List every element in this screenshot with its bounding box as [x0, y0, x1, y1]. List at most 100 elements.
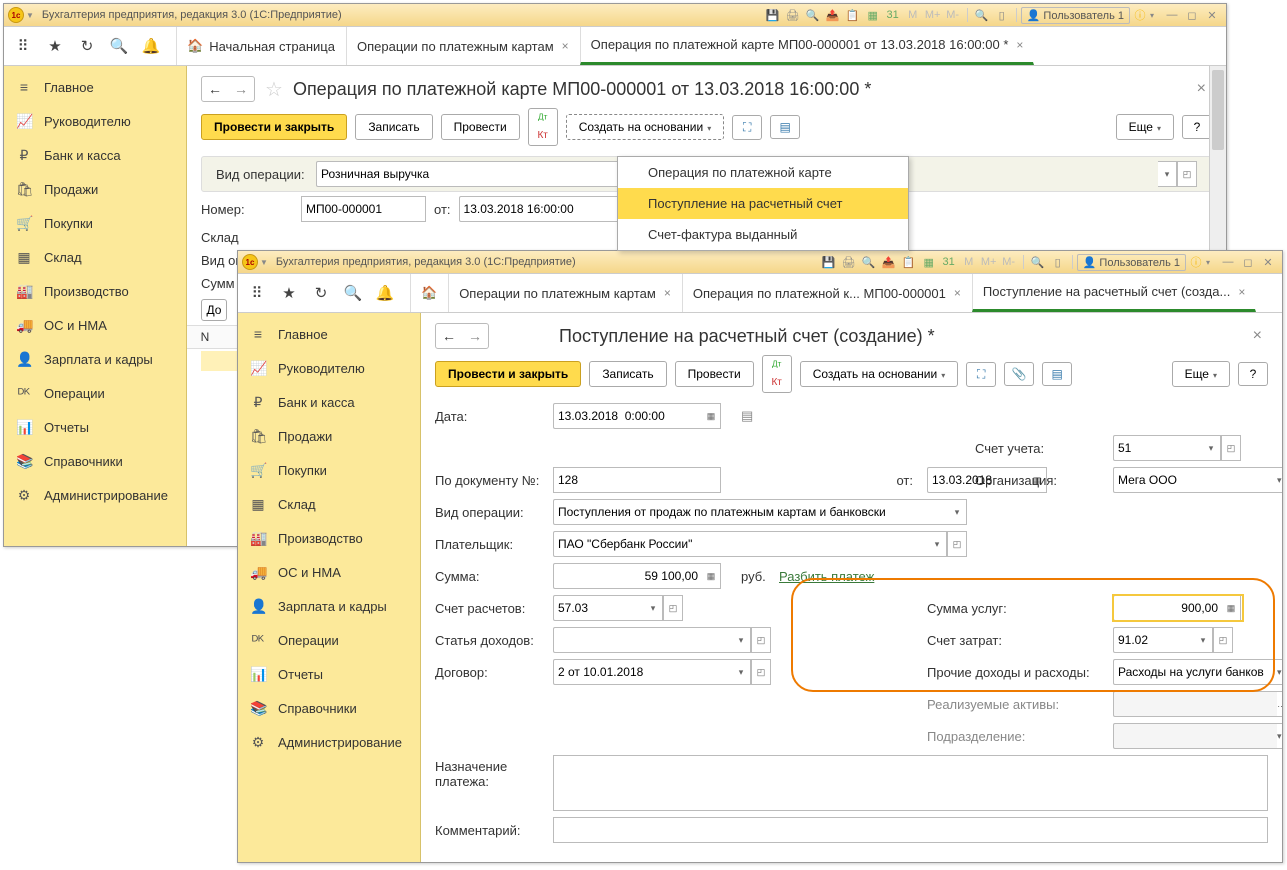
sidebar-item-purchases[interactable]: 🛒Покупки: [4, 206, 186, 240]
sidebar-item-main[interactable]: ≡Главное: [238, 317, 420, 351]
nav-arrows[interactable]: ←→: [435, 323, 489, 349]
calendar-icon[interactable]: ▦: [865, 7, 881, 23]
purpose-input[interactable]: [553, 755, 1268, 811]
income-item-input[interactable]: [553, 627, 732, 653]
m-icon[interactable]: M: [905, 7, 921, 23]
apps-icon[interactable]: ⠿: [10, 33, 36, 59]
dropdown-icon[interactable]: ▾: [948, 499, 967, 525]
tab-card-op-doc2[interactable]: Операция по платежной к... МП00-000001×: [682, 274, 972, 312]
zoom-icon[interactable]: 🔍: [974, 7, 990, 23]
dropdown-icon[interactable]: ▾: [1277, 467, 1282, 493]
settle-acct-input[interactable]: [553, 595, 644, 621]
favorite-icon[interactable]: ★: [42, 33, 68, 59]
structure-button[interactable]: ⛶: [732, 115, 762, 140]
org-input[interactable]: [1113, 467, 1277, 493]
dropdown-icon[interactable]: ▾: [1277, 723, 1282, 749]
tab-close-icon[interactable]: ×: [664, 286, 671, 300]
dropdown-icon[interactable]: ▾: [1277, 659, 1282, 685]
write-button[interactable]: Записать: [355, 114, 432, 140]
tab-close-icon[interactable]: ×: [1238, 285, 1245, 299]
sidebar-item-admin[interactable]: ⚙Администрирование: [238, 725, 420, 759]
sidebar-item-bank[interactable]: ₽Банк и касса: [4, 138, 186, 172]
date-input[interactable]: [459, 196, 618, 222]
contract-input[interactable]: [553, 659, 732, 685]
dropdown-item-card-op[interactable]: Операция по платежной карте: [618, 157, 908, 188]
sum-input[interactable]: [553, 563, 702, 589]
caret-down-icon[interactable]: ▼: [26, 11, 34, 20]
tab-close-icon[interactable]: ×: [954, 286, 961, 300]
write-button[interactable]: Записать: [589, 361, 666, 387]
dept-input[interactable]: [1113, 723, 1277, 749]
post-close-button[interactable]: Провести и закрыть: [435, 361, 581, 387]
document-list-button[interactable]: ▤: [1042, 362, 1072, 386]
calendar-icon[interactable]: ▦: [921, 254, 937, 270]
dtkt-button[interactable]: ДтКт: [528, 108, 558, 146]
calendar-picker-icon[interactable]: ▦: [702, 403, 721, 429]
structure-button[interactable]: ⛶: [966, 362, 996, 387]
save-icon[interactable]: 💾: [821, 254, 837, 270]
sidebar-item-purchases[interactable]: 🛒Покупки: [238, 453, 420, 487]
tab-bank-receipt[interactable]: Поступление на расчетный счет (созда...×: [972, 274, 1256, 312]
optype-input[interactable]: [553, 499, 948, 525]
info-icon[interactable]: ⓘ: [1188, 254, 1204, 270]
sidebar-item-directories[interactable]: 📚Справочники: [238, 691, 420, 725]
mplus-icon[interactable]: M+: [981, 254, 997, 270]
print-icon[interactable]: 🖨: [785, 7, 801, 23]
nav-arrows[interactable]: ←→: [201, 76, 255, 102]
help-button[interactable]: ?: [1238, 362, 1268, 386]
calendar31-icon[interactable]: 31: [941, 254, 957, 270]
payer-input[interactable]: [553, 531, 928, 557]
sidebar-item-reports[interactable]: 📊Отчеты: [238, 657, 420, 691]
calendar31-icon[interactable]: 31: [885, 7, 901, 23]
copy-icon[interactable]: 📋: [901, 254, 917, 270]
cost-acct-input[interactable]: [1113, 627, 1194, 653]
mplus-icon[interactable]: M+: [925, 7, 941, 23]
sidebar-item-manager[interactable]: 📈Руководителю: [238, 351, 420, 385]
favorite-icon[interactable]: ★: [276, 280, 302, 306]
dtkt-button[interactable]: ДтКт: [762, 355, 792, 393]
star-outline-icon[interactable]: ☆: [265, 77, 283, 102]
sidebar-item-production[interactable]: 🏭Производство: [4, 274, 186, 308]
export-icon[interactable]: 📤: [825, 7, 841, 23]
sidebar-item-main[interactable]: ≡Главное: [4, 70, 186, 104]
docnum-input[interactable]: [553, 467, 721, 493]
bell-icon[interactable]: 🔔: [138, 33, 164, 59]
maximize-icon[interactable]: ◻: [1240, 254, 1256, 270]
minimize-icon[interactable]: —: [1164, 7, 1180, 23]
more-button[interactable]: Еще▾: [1172, 361, 1230, 387]
search-icon[interactable]: 🔍: [106, 33, 132, 59]
dropdown-icon[interactable]: ▾: [1194, 627, 1213, 653]
history-icon[interactable]: ↻: [74, 33, 100, 59]
service-sum-input[interactable]: [1113, 595, 1222, 621]
number-input[interactable]: [301, 196, 426, 222]
attach-button[interactable]: 📎: [1004, 362, 1034, 386]
sidebar-item-bank[interactable]: ₽Банк и касса: [238, 385, 420, 419]
history-icon[interactable]: ↻: [308, 280, 334, 306]
sidebar-item-assets[interactable]: 🚚ОС и НМА: [4, 308, 186, 342]
open-icon[interactable]: ◰: [947, 531, 967, 557]
mminus-icon[interactable]: M-: [1001, 254, 1017, 270]
more-button[interactable]: Еще▾: [1116, 114, 1174, 140]
dropdown-icon[interactable]: ▾: [1158, 161, 1177, 187]
account-input[interactable]: [1113, 435, 1202, 461]
minimize-icon[interactable]: —: [1220, 254, 1236, 270]
tab-card-ops2[interactable]: Операции по платежным картам×: [448, 274, 682, 312]
date-input[interactable]: [553, 403, 702, 429]
split-payment-link[interactable]: Разбить платеж: [779, 569, 967, 584]
zoom-icon[interactable]: 🔍: [1030, 254, 1046, 270]
info-icon[interactable]: ⓘ: [1132, 7, 1148, 23]
compare-icon[interactable]: 🔍: [805, 7, 821, 23]
sidebar-item-manager[interactable]: 📈Руководителю: [4, 104, 186, 138]
compare-icon[interactable]: 🔍: [861, 254, 877, 270]
tab-card-op-doc[interactable]: Операция по платежной карте МП00-000001 …: [580, 27, 1035, 65]
sidebar-item-warehouse[interactable]: ▦Склад: [4, 240, 186, 274]
tab-close-icon[interactable]: ×: [562, 39, 569, 53]
caret-down-icon[interactable]: ▼: [260, 258, 268, 267]
assets-input[interactable]: [1113, 691, 1277, 717]
open-icon[interactable]: ◰: [1177, 161, 1197, 187]
open-icon[interactable]: ◰: [751, 659, 771, 685]
info-caret-icon[interactable]: ▾: [1150, 11, 1154, 20]
sidebar-item-assets[interactable]: 🚚ОС и НМА: [238, 555, 420, 589]
export-icon[interactable]: 📤: [881, 254, 897, 270]
calc-icon[interactable]: ▦: [702, 563, 721, 589]
